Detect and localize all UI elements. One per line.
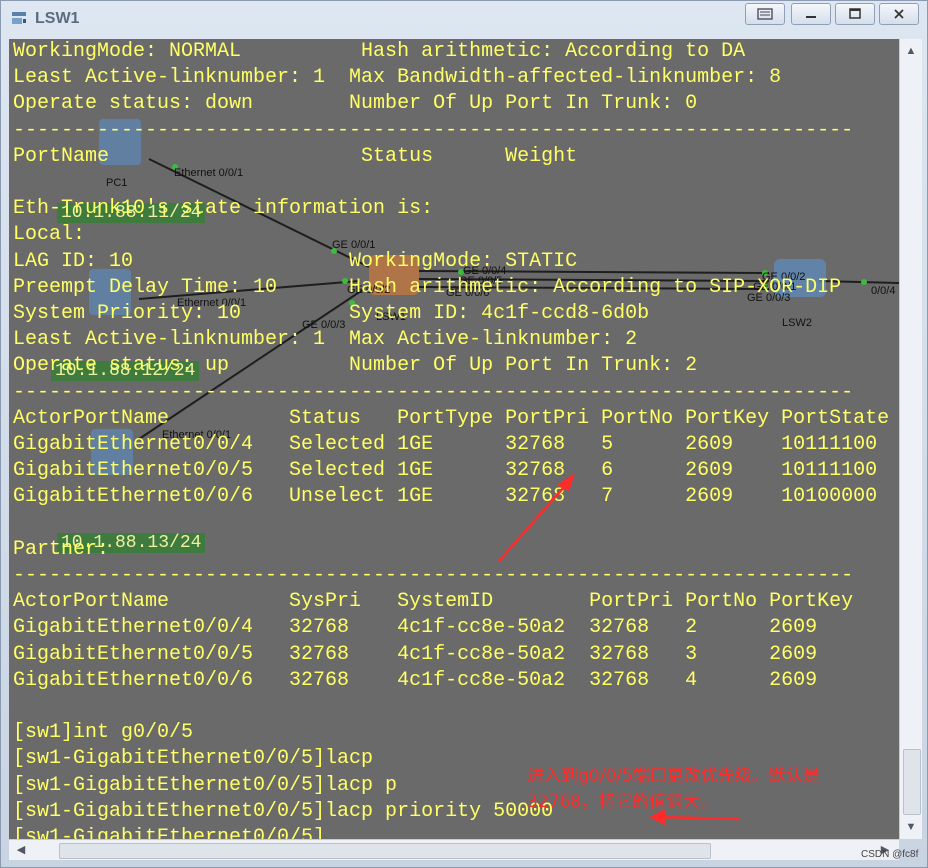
console-line: GigabitEthernet0/0/5 Selected 1GE 32768 … [13,459,878,483]
console-line: Operate status: up Number Of Up Port In … [13,354,698,378]
restore-icon [757,8,773,20]
scroll-up-icon[interactable]: ▲ [903,43,919,59]
horizontal-scrollbar[interactable]: ◀ ▶ [9,839,899,860]
console-line: GigabitEthernet0/0/4 32768 4c1f-cc8e-50a… [13,616,818,640]
console-text: WorkingMode: NORMAL Hash arithmetic: Acc… [13,39,889,839]
console-line: Partner: [13,537,110,561]
console-line: GigabitEthernet0/0/6 Unselect 1GE 32768 … [13,485,878,509]
console-line: ----------------------------------------… [13,118,854,142]
vertical-scrollbar[interactable]: ▲ ▼ [899,39,922,839]
title-bar[interactable]: LSW1 [1,1,927,35]
close-icon [894,9,904,19]
scroll-left-icon[interactable]: ◀ [13,842,29,858]
console-line: GigabitEthernet0/0/4 Selected 1GE 32768 … [13,433,878,457]
console-line: ActorPortName Status PortType PortPri Po… [13,406,890,430]
console-line: Least Active-linknumber: 1 Max Bandwidth… [13,66,782,90]
minimize-button[interactable] [791,3,831,25]
console-line: GigabitEthernet0/0/6 32768 4c1f-cc8e-50a… [13,668,818,692]
console-line: GigabitEthernet0/0/5 32768 4c1f-cc8e-50a… [13,642,818,666]
maximize-icon [849,8,861,19]
horizontal-scroll-thumb[interactable] [59,843,711,859]
maximize-button[interactable] [835,3,875,25]
console-output[interactable]: PC1 Ethernet 0/0/1 Ethernet 0/0/1 Ethern… [9,39,899,839]
console-line: Eth-Trunk10's state information is: [13,197,434,221]
console-line: ----------------------------------------… [13,564,854,588]
app-icon [12,12,26,24]
console-line: ----------------------------------------… [13,380,854,404]
console-line: System Priority: 10 System ID: 4c1f-ccd8… [13,302,650,326]
annotation-line-1: 进入到g0/0/5端口更改优先级。默认是 [527,766,820,786]
terminal-window: LSW1 PC1 Ethernet 0/0/1 Ethernet 0/0/1 E… [0,0,928,868]
console-line: Local: [13,223,86,247]
window-title: LSW1 [35,10,80,27]
console-line: Operate status: down Number Of Up Port I… [13,92,698,116]
close-button[interactable] [879,3,919,25]
minimize-icon [806,16,816,18]
console-line: LAG ID: 10 WorkingMode: STATIC [13,249,578,273]
scroll-down-icon[interactable]: ▼ [903,819,919,835]
console-line: Preempt Delay Time: 10 Hash arithmetic: … [13,275,842,299]
console-line: PortName Status Weight [13,144,578,168]
vertical-scroll-thumb[interactable] [903,749,921,815]
watermark: CSDN @fc8f [861,849,919,860]
console-line: WorkingMode: NORMAL Hash arithmetic: Acc… [13,40,746,63]
console-line: [sw1]int g0/0/5 [13,721,194,745]
console-line: Least Active-linknumber: 1 Max Active-li… [13,328,638,352]
annotation-note: 进入到g0/0/5端口更改优先级。默认是 32768，将它的值调大。 [527,763,887,815]
console-line: [sw1-GigabitEthernet0/0/5] [13,826,326,839]
annotation-line-2: 32768，将它的值调大。 [527,792,718,812]
console-line: ActorPortName SysPri SystemID PortPri Po… [13,590,854,614]
restore-button[interactable] [745,3,785,25]
